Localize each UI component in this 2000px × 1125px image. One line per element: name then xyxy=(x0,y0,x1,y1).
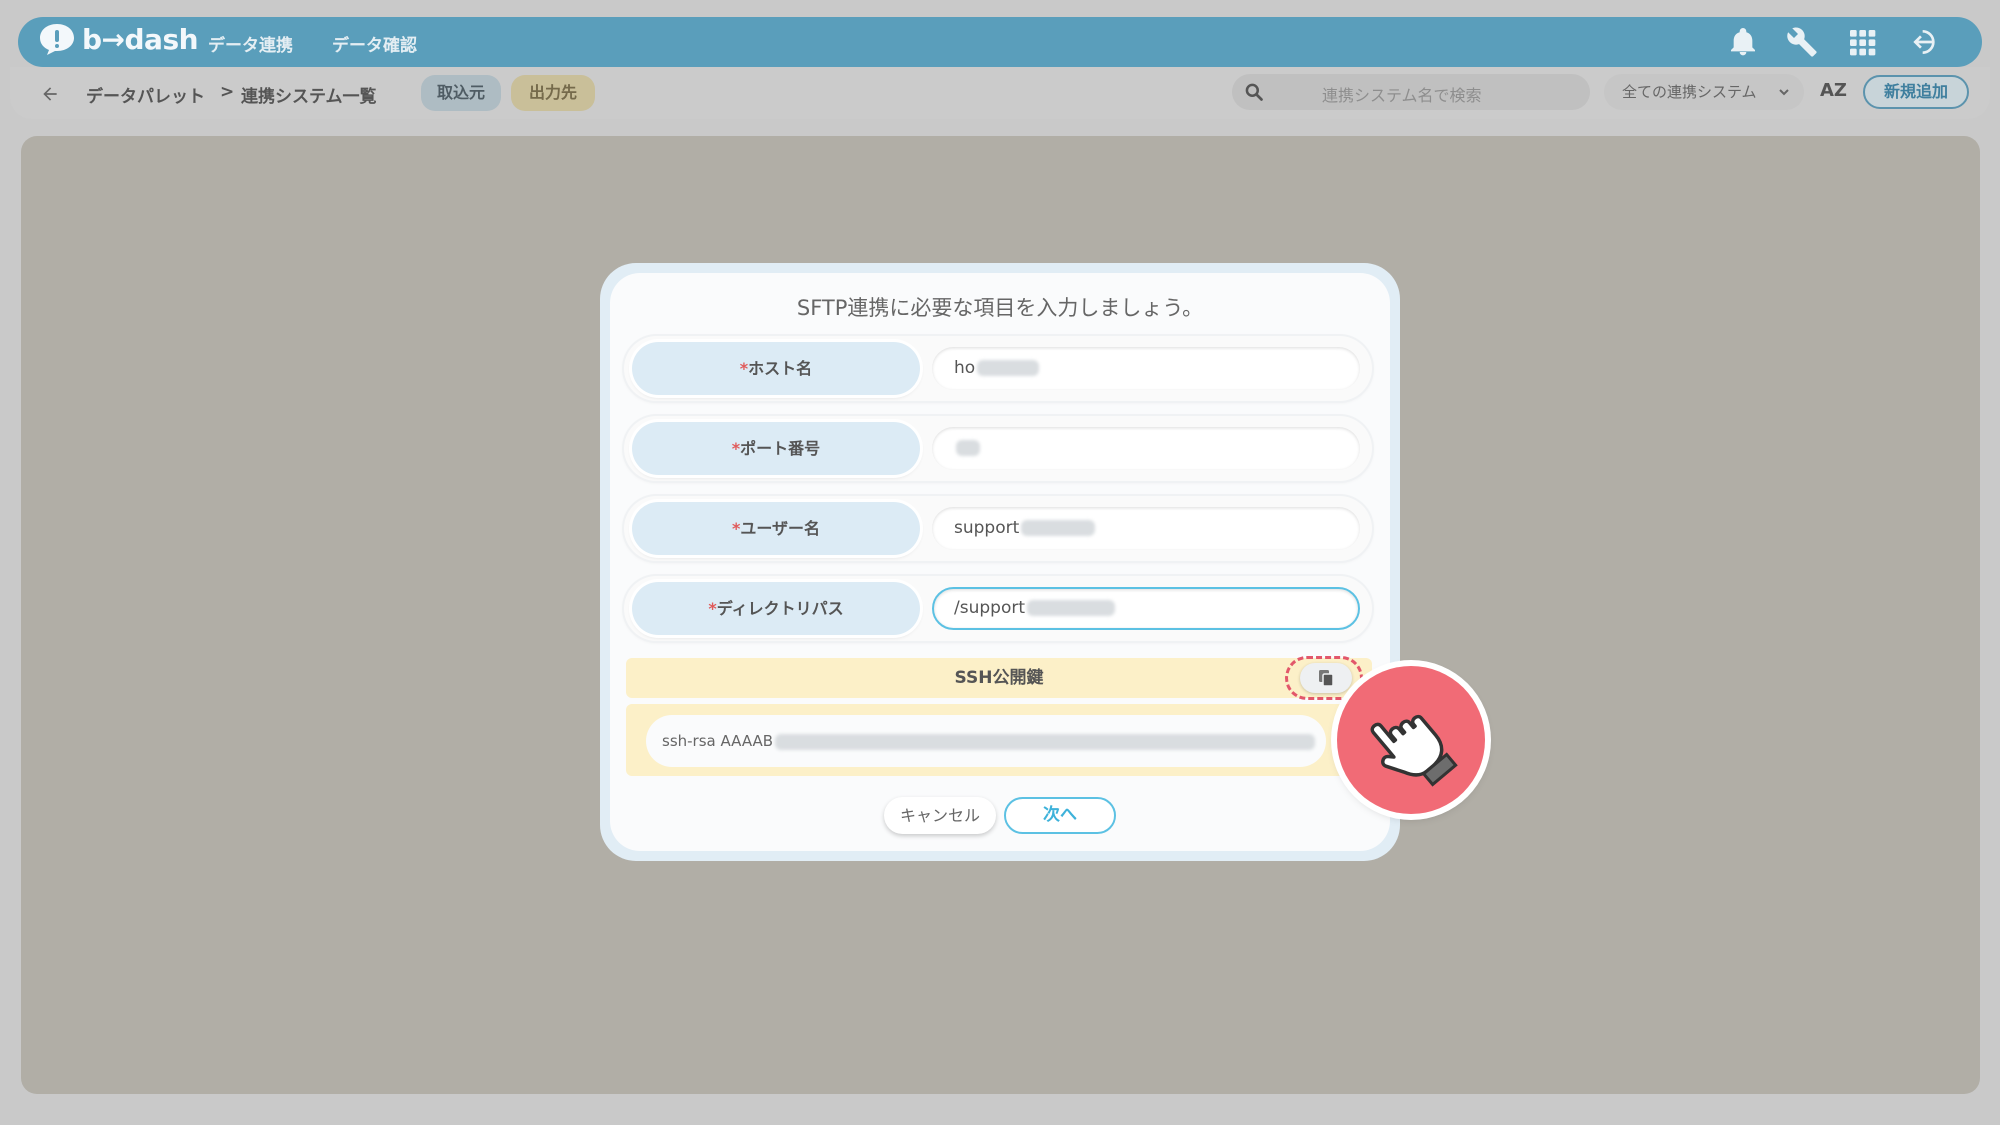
directory-input[interactable]: /support xyxy=(932,587,1360,630)
breadcrumb-separator: > xyxy=(220,82,235,102)
search-input[interactable]: 連携システム名で検索 xyxy=(1232,74,1590,110)
redacted-text xyxy=(977,360,1040,376)
sort-az-button[interactable]: AZ xyxy=(1820,80,1847,101)
bell-icon[interactable] xyxy=(1727,26,1759,58)
required-mark: * xyxy=(708,599,717,618)
redacted-text xyxy=(1021,520,1096,536)
ssh-key-header: SSH公開鍵 xyxy=(626,658,1372,698)
breadcrumb-datapalette[interactable]: データパレット xyxy=(86,82,205,107)
search-placeholder: 連携システム名で検索 xyxy=(1322,86,1482,105)
wrench-icon[interactable] xyxy=(1786,26,1818,58)
pointing-hand-icon xyxy=(1370,714,1458,787)
chevron-down-icon xyxy=(1779,89,1789,96)
redacted-text xyxy=(1027,600,1115,616)
host-input-value: ho xyxy=(954,358,976,378)
label-port-text: ポート番号 xyxy=(740,439,821,458)
label-directory: *ディレクトリパス xyxy=(632,582,920,635)
ssh-key-value: ssh-rsa AAAAB xyxy=(662,732,774,750)
logout-icon[interactable] xyxy=(1904,26,1936,58)
system-filter-value: 全ての連携システム xyxy=(1622,83,1757,101)
logo-text: b→dash xyxy=(82,23,199,56)
tab-export[interactable]: 出力先 xyxy=(511,75,595,111)
host-input[interactable]: ho xyxy=(932,347,1360,390)
redacted-text xyxy=(956,440,980,456)
required-mark: * xyxy=(731,439,741,458)
label-port: *ポート番号 xyxy=(632,422,920,475)
breadcrumb-current: 連携システム一覧 xyxy=(241,87,377,107)
ssh-key-field[interactable]: ssh-rsa AAAAB xyxy=(646,715,1326,767)
add-new-button[interactable]: 新規追加 xyxy=(1863,75,1969,109)
label-directory-text: ディレクトリパス xyxy=(716,599,844,618)
nav-data-check[interactable]: データ確認 xyxy=(332,31,417,56)
next-button[interactable]: 次へ xyxy=(1004,797,1116,834)
top-nav-bar xyxy=(18,17,1982,67)
directory-input-value: /support xyxy=(954,598,1025,618)
user-input[interactable]: support xyxy=(932,507,1360,550)
cancel-button[interactable]: キャンセル xyxy=(884,797,996,834)
back-arrow-icon[interactable] xyxy=(40,84,60,104)
user-input-value: support xyxy=(954,518,1020,538)
label-user: *ユーザー名 xyxy=(632,502,920,555)
label-user-text: ユーザー名 xyxy=(740,519,821,538)
apps-grid-icon[interactable] xyxy=(1846,26,1878,58)
label-host: *ホスト名 xyxy=(632,342,920,395)
logo-bubble-icon xyxy=(40,24,74,55)
port-input[interactable] xyxy=(932,427,1360,470)
nav-data-link[interactable]: データ連携 xyxy=(208,31,293,56)
redacted-text xyxy=(775,733,1316,750)
label-host-text: ホスト名 xyxy=(748,359,813,378)
modal-title: SFTP連携に必要な項目を入力しましょう。 xyxy=(796,296,1204,320)
search-icon xyxy=(1245,83,1263,101)
system-filter-select[interactable]: 全ての連携システム xyxy=(1604,74,1804,110)
tutorial-pointer-badge xyxy=(1337,666,1485,814)
required-mark: * xyxy=(739,359,749,378)
tab-import[interactable]: 取込元 xyxy=(421,75,501,111)
